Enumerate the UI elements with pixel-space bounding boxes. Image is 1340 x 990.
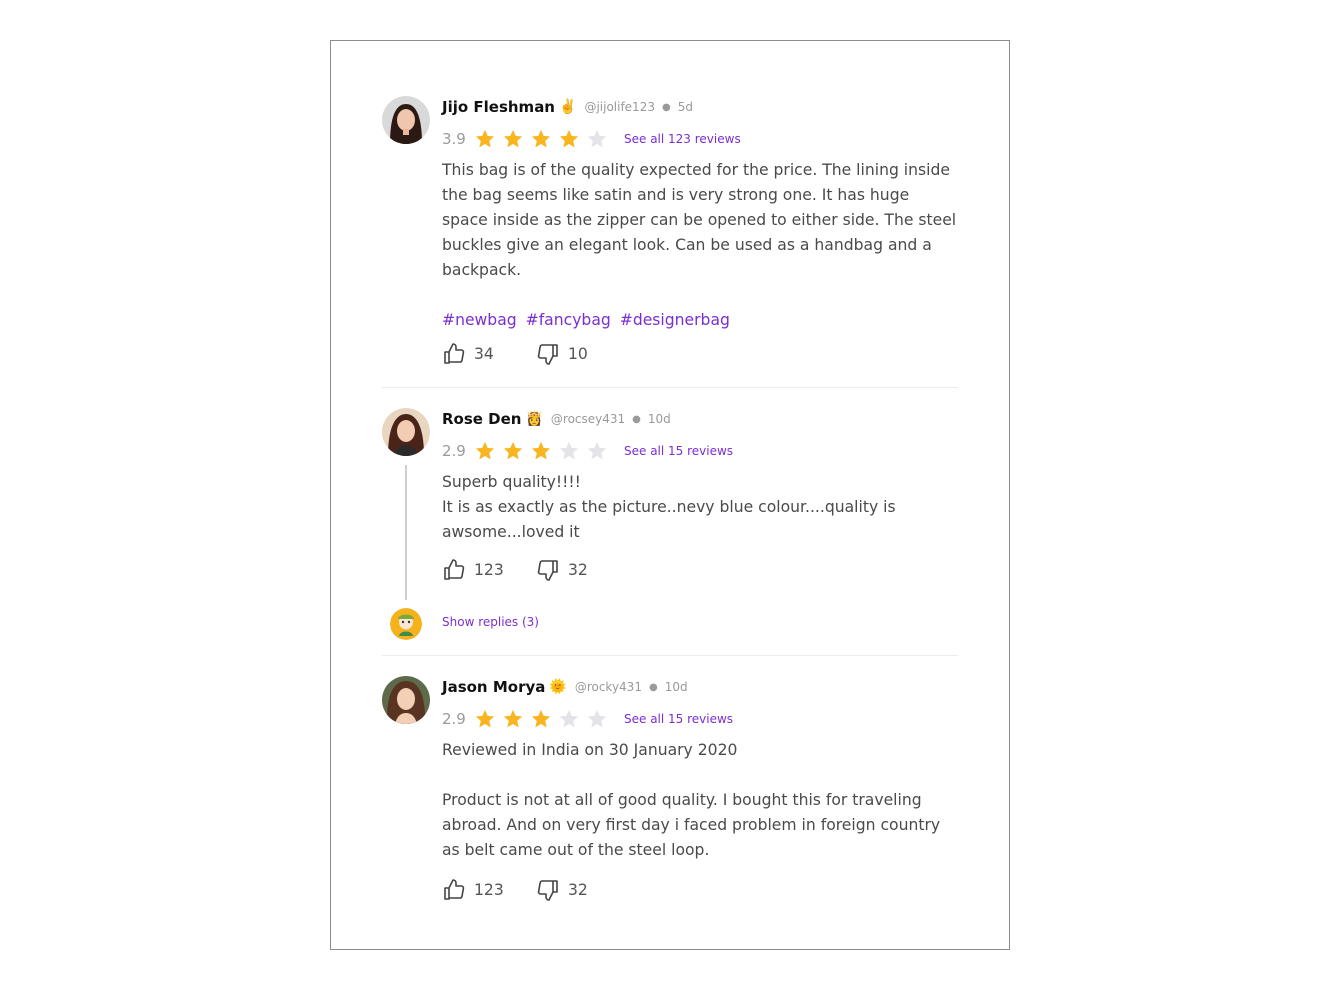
hashtag-link[interactable]: #newbag: [442, 311, 517, 329]
review-actions: 34 10: [442, 339, 958, 369]
avatar-cartoon-icon: [390, 608, 422, 640]
avatar-woman-dark-hair-icon: [382, 96, 430, 144]
review-text: This bag is of the quality expected for …: [442, 161, 957, 279]
divider: [382, 387, 958, 388]
rating-score: 2.9: [442, 710, 466, 728]
star-rating: [474, 128, 614, 150]
dislike-button[interactable]: 10: [536, 342, 588, 366]
separator-dot: ●: [632, 413, 641, 425]
rating-row: 3.9 See all 123 reviews: [442, 124, 958, 154]
avatar[interactable]: [382, 96, 430, 144]
star-empty-icon: [587, 441, 607, 460]
see-all-reviews-link[interactable]: See all 15 reviews: [624, 444, 733, 458]
review-text-line: Superb quality!!!!: [442, 473, 581, 491]
star-filled-icon: [531, 129, 551, 148]
divider: [382, 655, 958, 656]
review-date: Reviewed in India on 30 January 2020: [442, 741, 738, 759]
avatar[interactable]: [382, 408, 430, 456]
star-empty-icon: [559, 709, 579, 728]
thumbs-down-icon: [537, 344, 558, 365]
star-filled-icon: [503, 441, 523, 460]
review-actions: 123 32: [442, 875, 958, 905]
dislike-count: 32: [568, 881, 588, 899]
show-replies-link[interactable]: Show replies (3): [442, 615, 539, 629]
avatar[interactable]: [382, 676, 430, 724]
see-all-reviews-link[interactable]: See all 15 reviews: [624, 712, 733, 726]
emoji-badge-icon: 🌞: [549, 679, 567, 695]
separator-dot: ●: [661, 101, 671, 113]
reply-thread-line: [405, 465, 407, 600]
emoji-badge-icon: ✌️: [559, 99, 577, 115]
review-content: Rose Den 👸 @rocsey431 ● 10d 2.9 See all …: [442, 408, 958, 585]
rating-score: 2.9: [442, 442, 466, 460]
emoji-badge-icon: 👸: [525, 411, 543, 427]
dislike-button[interactable]: 32: [536, 558, 588, 582]
review-content: Jijo Fleshman ✌️ @jijolife123 ● 5d 3.9 S…: [442, 96, 958, 369]
hashtag-link[interactable]: #designerbag: [620, 311, 730, 329]
thumbs-up-icon: [444, 879, 465, 900]
review-actions: 123 32: [442, 555, 958, 585]
star-empty-icon: [587, 709, 607, 728]
review-header: Jijo Fleshman ✌️ @jijolife123 ● 5d: [442, 96, 958, 118]
star-filled-icon: [503, 129, 523, 148]
star-filled-icon: [531, 441, 551, 460]
star-empty-icon: [559, 441, 579, 460]
star-filled-icon: [475, 441, 495, 460]
dislike-count: 32: [568, 561, 588, 579]
avatar-woman-curly-hair-icon: [382, 676, 430, 724]
thumbs-up-icon: [444, 343, 465, 364]
review-text: Product is not at all of good quality. I…: [442, 791, 941, 859]
like-count: 123: [474, 881, 504, 899]
hashtags: #newbag #fancybag #designerbag: [442, 308, 958, 333]
star-filled-icon: [475, 129, 495, 148]
replies-row: Show replies (3): [382, 607, 958, 641]
star-filled-icon: [531, 709, 551, 728]
like-count: 34: [474, 345, 494, 363]
separator-dot: ●: [648, 681, 658, 693]
star-rating: [474, 708, 614, 730]
star-filled-icon: [475, 709, 495, 728]
thumbs-down-icon: [537, 880, 558, 901]
review-time: 10d: [647, 412, 671, 426]
review-time: 5d: [677, 100, 693, 114]
reviewer-name[interactable]: Jijo Fleshman: [442, 98, 555, 116]
reviewer-handle[interactable]: @jijolife123: [584, 100, 655, 114]
dislike-count: 10: [568, 345, 588, 363]
star-filled-icon: [559, 129, 579, 148]
like-button[interactable]: 34: [442, 342, 536, 366]
thumbs-down-icon: [537, 560, 558, 581]
like-count: 123: [474, 561, 504, 579]
rating-score: 3.9: [442, 130, 466, 148]
thumbs-up-icon: [444, 559, 465, 580]
reply-avatar[interactable]: [390, 608, 422, 640]
review-time: 10d: [664, 680, 688, 694]
dislike-button[interactable]: 32: [536, 878, 588, 902]
like-button[interactable]: 123: [442, 558, 536, 582]
rating-row: 2.9 See all 15 reviews: [442, 704, 958, 734]
star-rating: [474, 440, 614, 462]
hashtag-link[interactable]: #fancybag: [526, 311, 611, 329]
see-all-reviews-link[interactable]: See all 123 reviews: [624, 132, 741, 146]
avatar-woman-brown-hair-icon: [382, 408, 430, 456]
reviews-card: Jijo Fleshman ✌️ @jijolife123 ● 5d 3.9 S…: [330, 40, 1010, 950]
rating-row: 2.9 See all 15 reviews: [442, 436, 958, 466]
star-empty-icon: [587, 129, 607, 148]
review-header: Rose Den 👸 @rocsey431 ● 10d: [442, 408, 958, 430]
review-header: Jason Morya 🌞 @rocky431 ● 10d: [442, 676, 958, 698]
reviewer-name[interactable]: Jason Morya: [442, 678, 545, 696]
like-button[interactable]: 123: [442, 878, 536, 902]
star-filled-icon: [503, 709, 523, 728]
review-text-line: It is as exactly as the picture..nevy bl…: [442, 498, 896, 541]
reviewer-handle[interactable]: @rocky431: [575, 680, 642, 694]
reviewer-handle[interactable]: @rocsey431: [551, 412, 625, 426]
review-content: Jason Morya 🌞 @rocky431 ● 10d 2.9 See al…: [442, 676, 958, 905]
reviewer-name[interactable]: Rose Den: [442, 410, 521, 428]
review-text: Superb quality!!!! It is as exactly as t…: [442, 470, 958, 545]
